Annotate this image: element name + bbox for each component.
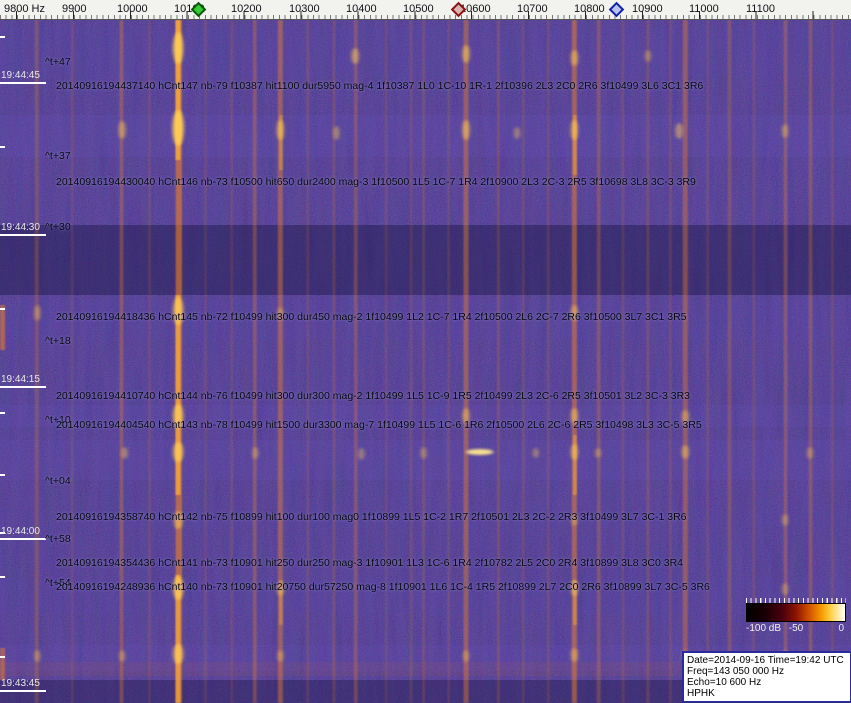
freq-label-10000: 10000 xyxy=(117,3,148,15)
event-data-line: 20140916194437140 hCnt147 nb-79 f10387 h… xyxy=(56,80,704,92)
blue-diamond-marker-icon[interactable] xyxy=(608,1,625,18)
db-label-mid: -50 xyxy=(788,623,804,634)
freq-label-11000: 11000 xyxy=(689,3,719,15)
event-data-line: 20140916194410740 hCnt144 nb-76 f10499 h… xyxy=(56,390,690,402)
event-tick xyxy=(0,576,5,578)
freq-label-10200: 10200 xyxy=(231,3,262,15)
freq-label-9800: 9800 Hz xyxy=(4,3,45,15)
event-tick xyxy=(0,308,5,310)
time-label-194400: 19:44:00 xyxy=(0,526,46,540)
observation-info-box: Date=2014-09-16 Time=19:42 UTC Freq=143 … xyxy=(682,651,851,703)
event-offset-label: ^t+18 xyxy=(45,335,71,347)
time-label-194345: 19:43:45 xyxy=(0,678,46,692)
event-tick xyxy=(0,146,5,148)
freq-label-11100: 11100 xyxy=(746,3,775,15)
event-offset-label: ^t+37 xyxy=(45,150,71,162)
event-data-line: 20140916194358740 hCnt142 nb-75 f10899 h… xyxy=(56,511,687,523)
event-offset-label: ^t+04 xyxy=(45,475,71,487)
event-data-line: 20140916194418436 hCnt145 nb-72 f10499 h… xyxy=(56,311,687,323)
event-data-line: 20140916194404540 hCnt143 nb-78 f10499 h… xyxy=(56,419,702,431)
freq-label-9900: 9900 xyxy=(62,3,87,15)
frequency-axis-bar: 9800 Hz 9900 10000 10100 10200 10300 104… xyxy=(0,0,851,20)
event-data-line: 20140916194354436 hCnt141 nb-73 f10901 h… xyxy=(56,557,684,569)
event-offset-label: ^t+30 xyxy=(45,221,71,233)
freq-label-10500: 10500 xyxy=(403,3,434,15)
freq-label-10300: 10300 xyxy=(289,3,320,15)
event-tick xyxy=(0,656,5,658)
event-tick xyxy=(0,412,5,414)
event-data-line: 20140916194430040 hCnt146 nb-73 f10500 h… xyxy=(56,176,696,188)
event-offset-label: ^t+47 xyxy=(45,56,71,68)
event-tick xyxy=(0,474,5,476)
time-label-194430: 19:44:30 xyxy=(0,222,46,236)
spectrogram-canvas xyxy=(0,20,851,703)
info-echo: Echo=10 600 Hz xyxy=(687,677,762,688)
db-gradient-bar xyxy=(746,603,846,622)
db-label-min: -100 dB xyxy=(746,623,782,634)
time-label-194415: 19:44:15 xyxy=(0,374,46,388)
db-color-scale: -100 dB -50 0 xyxy=(746,598,846,635)
freq-label-10900: 10900 xyxy=(632,3,663,15)
info-frequency: Freq=143 050 000 Hz xyxy=(687,666,785,677)
time-label-194445: 19:44:45 xyxy=(0,70,46,84)
freq-label-10700: 10700 xyxy=(517,3,548,15)
freq-label-10400: 10400 xyxy=(346,3,377,15)
freq-label-10800: 10800 xyxy=(574,3,605,15)
event-data-line: 20140916194248936 hCnt140 nb-73 f10901 h… xyxy=(56,581,710,593)
info-station: HPHK xyxy=(687,688,715,699)
event-tick xyxy=(0,36,5,38)
spectrogram-waterfall[interactable]: 19:44:45 19:44:30 19:44:15 19:44:00 19:4… xyxy=(0,20,851,703)
db-label-max: 0 xyxy=(838,623,844,634)
event-offset-label: ^t+58 xyxy=(45,533,71,545)
info-date-time: Date=2014-09-16 Time=19:42 UTC xyxy=(687,655,844,666)
